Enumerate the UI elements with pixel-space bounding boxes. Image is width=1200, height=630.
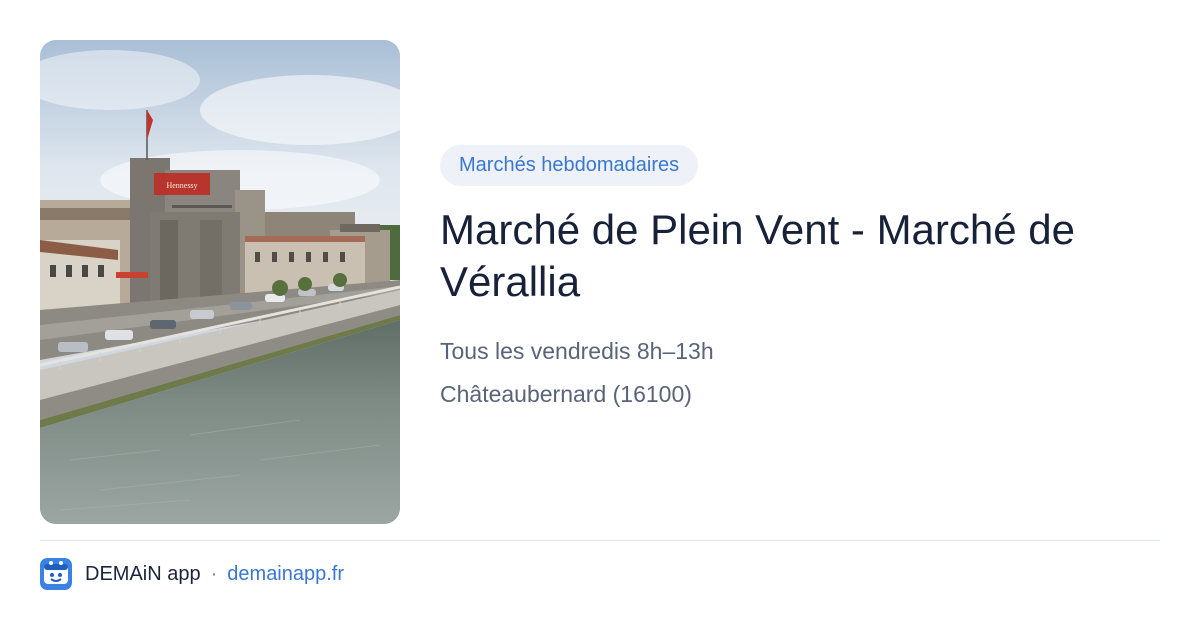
schedule-text: Tous les vendredis 8h–13h <box>440 338 714 364</box>
category-badge: Marchés hebdomadaires <box>440 145 699 186</box>
footer-divider <box>40 540 1160 541</box>
site-link[interactable]: demainapp.fr <box>227 563 344 586</box>
app-logo-icon <box>40 558 72 590</box>
footer-separator: · <box>210 562 218 585</box>
market-photo: Hennessy <box>40 40 400 524</box>
app-name: DEMAiN app <box>85 562 201 585</box>
sign-text: Hennessy <box>166 181 197 190</box>
market-title: Marché de Plein Vent - Marché de Véralli… <box>440 206 1076 305</box>
location-text: Châteaubernard (16100) <box>440 381 692 407</box>
footer: DEMAiN app · demainapp.fr <box>40 558 344 590</box>
riverside-town-image: Hennessy <box>40 40 400 524</box>
